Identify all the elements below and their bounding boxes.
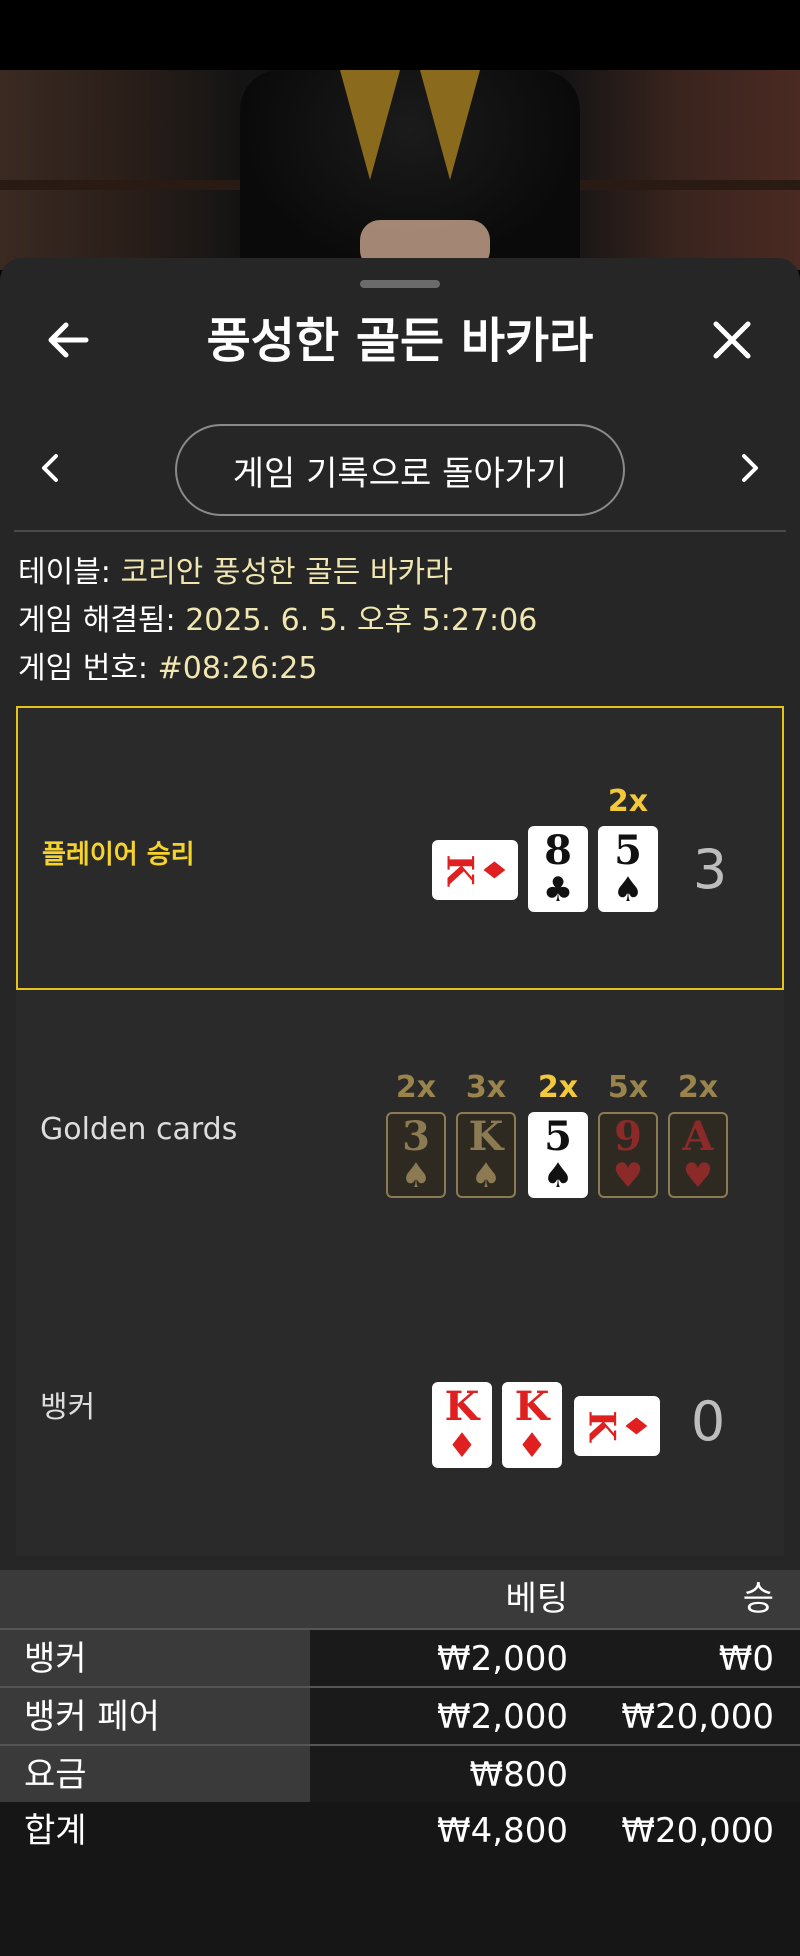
total-label: 합계 bbox=[24, 1811, 87, 1851]
playing-card: K ♦ bbox=[432, 840, 518, 900]
card-rank: K bbox=[438, 854, 481, 886]
game-number-key: 게임 번호: bbox=[18, 651, 149, 686]
card-suit: ♣ bbox=[542, 870, 574, 910]
golden-card: 3 ♠ bbox=[386, 1112, 446, 1198]
card-multiplier: 3x bbox=[465, 1070, 507, 1105]
bet-name: 뱅커 bbox=[0, 1630, 310, 1688]
back-to-history-button[interactable]: 게임 기록으로 돌아가기 bbox=[175, 424, 625, 516]
golden-card: 9 ♥ bbox=[598, 1112, 658, 1198]
player-hand-panel: 플레이어 승리 K ♦ 8 ♣ 2x 5 ♠ 3 bbox=[16, 706, 784, 990]
close-icon bbox=[713, 321, 751, 359]
previous-game-button[interactable] bbox=[30, 438, 70, 498]
close-button[interactable] bbox=[700, 308, 764, 372]
next-game-button[interactable] bbox=[730, 438, 770, 498]
bet-amount: ₩2,000 bbox=[437, 1639, 568, 1679]
resolved-key: 게임 해결됨: bbox=[18, 603, 176, 638]
card-rank: K bbox=[514, 1383, 550, 1430]
table-row: 뱅커 페어 ₩2,000 ₩20,000 bbox=[0, 1686, 800, 1746]
card-suit: ♠ bbox=[612, 870, 644, 910]
game-detail-sheet: 풍성한 골든 바카라 게임 기록으로 돌아가기 테이블: 코리안 풍성한 골든 … bbox=[0, 258, 800, 1956]
card-suit: ♦ bbox=[617, 1412, 653, 1440]
total-bet: ₩4,800 bbox=[437, 1811, 568, 1851]
player-score: 3 bbox=[692, 838, 728, 901]
total-win: ₩20,000 bbox=[621, 1811, 774, 1851]
card-rank: 8 bbox=[544, 827, 572, 874]
playing-card: K ♦ bbox=[502, 1382, 562, 1468]
bet-amount: ₩800 bbox=[469, 1755, 568, 1795]
resolved-value: 2025. 6. 5. 오후 5:27:06 bbox=[185, 603, 538, 638]
card-rank: A bbox=[682, 1113, 714, 1160]
card-multiplier: 2x bbox=[537, 1070, 579, 1105]
table-key: 테이블: bbox=[18, 555, 111, 590]
card-multiplier: 5x bbox=[607, 1070, 649, 1105]
chevron-left-icon bbox=[42, 454, 58, 482]
playing-card: K ♦ bbox=[432, 1382, 492, 1468]
divider bbox=[14, 530, 786, 532]
card-rank: 9 bbox=[614, 1113, 642, 1160]
card-suit: ♦ bbox=[516, 1426, 548, 1466]
page-title: 풍성한 골든 바카라 bbox=[206, 313, 594, 369]
dealer-lapel bbox=[340, 70, 400, 180]
card-multiplier: 2x bbox=[677, 1070, 719, 1105]
dealer-lapel bbox=[420, 70, 480, 180]
sheet-grabber[interactable] bbox=[360, 280, 440, 288]
card-rank: 3 bbox=[402, 1113, 430, 1160]
card-suit: ♥ bbox=[612, 1156, 644, 1196]
bet-name: 요금 bbox=[0, 1746, 310, 1804]
banker-hand-panel: 뱅커 K ♦ K ♦ K ♦ 0 bbox=[16, 1272, 784, 1556]
card-multiplier: 2x bbox=[395, 1070, 437, 1105]
playing-card: 8 ♣ bbox=[528, 826, 588, 912]
card-rank: K bbox=[580, 1410, 623, 1442]
back-button[interactable] bbox=[36, 308, 100, 372]
bets-table-header: 베팅 승 bbox=[0, 1570, 800, 1628]
table-row: 요금 ₩800 bbox=[0, 1744, 800, 1804]
playing-card: 5 ♠ bbox=[598, 826, 658, 912]
bet-amount: ₩2,000 bbox=[437, 1697, 568, 1737]
golden-cards-panel: Golden cards 2x 3 ♠ 3x K ♠ 2x 5 ♠ 5x 9 ♥… bbox=[16, 990, 784, 1272]
card-suit: ♠ bbox=[400, 1156, 432, 1196]
playing-card: K ♦ bbox=[574, 1396, 660, 1456]
total-row: 합계 ₩4,800 ₩20,000 bbox=[0, 1802, 800, 1860]
card-rank: 5 bbox=[614, 827, 642, 874]
card-suit: ♠ bbox=[542, 1156, 574, 1196]
card-multiplier: 2x bbox=[607, 784, 649, 819]
table-info: 테이블: 코리안 풍성한 골든 바카라 bbox=[18, 550, 453, 596]
win-amount: ₩20,000 bbox=[621, 1697, 774, 1737]
header-bet: 베팅 bbox=[505, 1579, 568, 1619]
card-rank: K bbox=[444, 1383, 480, 1430]
card-suit: ♦ bbox=[446, 1426, 478, 1466]
banker-label: 뱅커 bbox=[40, 1390, 96, 1425]
game-number-info: 게임 번호: #08:26:25 bbox=[18, 646, 317, 692]
resolved-info: 게임 해결됨: 2025. 6. 5. 오후 5:27:06 bbox=[18, 598, 537, 644]
card-suit: ♦ bbox=[475, 856, 511, 884]
header-win: 승 bbox=[742, 1579, 774, 1619]
bet-name: 뱅커 페어 bbox=[0, 1688, 310, 1746]
golden-card-active: 5 ♠ bbox=[528, 1112, 588, 1198]
card-suit: ♠ bbox=[470, 1156, 502, 1196]
game-number-value: #08:26:25 bbox=[157, 651, 318, 686]
banker-score: 0 bbox=[690, 1390, 726, 1453]
golden-card: K ♠ bbox=[456, 1112, 516, 1198]
chevron-right-icon bbox=[742, 454, 758, 482]
arrow-left-icon bbox=[48, 322, 89, 358]
live-dealer-video bbox=[0, 70, 800, 270]
table-row: 뱅커 ₩2,000 ₩0 bbox=[0, 1628, 800, 1688]
player-win-label: 플레이어 승리 bbox=[42, 840, 195, 870]
status-bar bbox=[0, 0, 800, 70]
card-rank: K bbox=[468, 1113, 504, 1160]
golden-card: A ♥ bbox=[668, 1112, 728, 1198]
table-value: 코리안 풍성한 골든 바카라 bbox=[120, 555, 453, 590]
card-rank: 5 bbox=[544, 1113, 572, 1160]
golden-cards-label: Golden cards bbox=[40, 1112, 238, 1147]
card-suit: ♥ bbox=[682, 1156, 714, 1196]
win-amount: ₩0 bbox=[718, 1639, 774, 1679]
